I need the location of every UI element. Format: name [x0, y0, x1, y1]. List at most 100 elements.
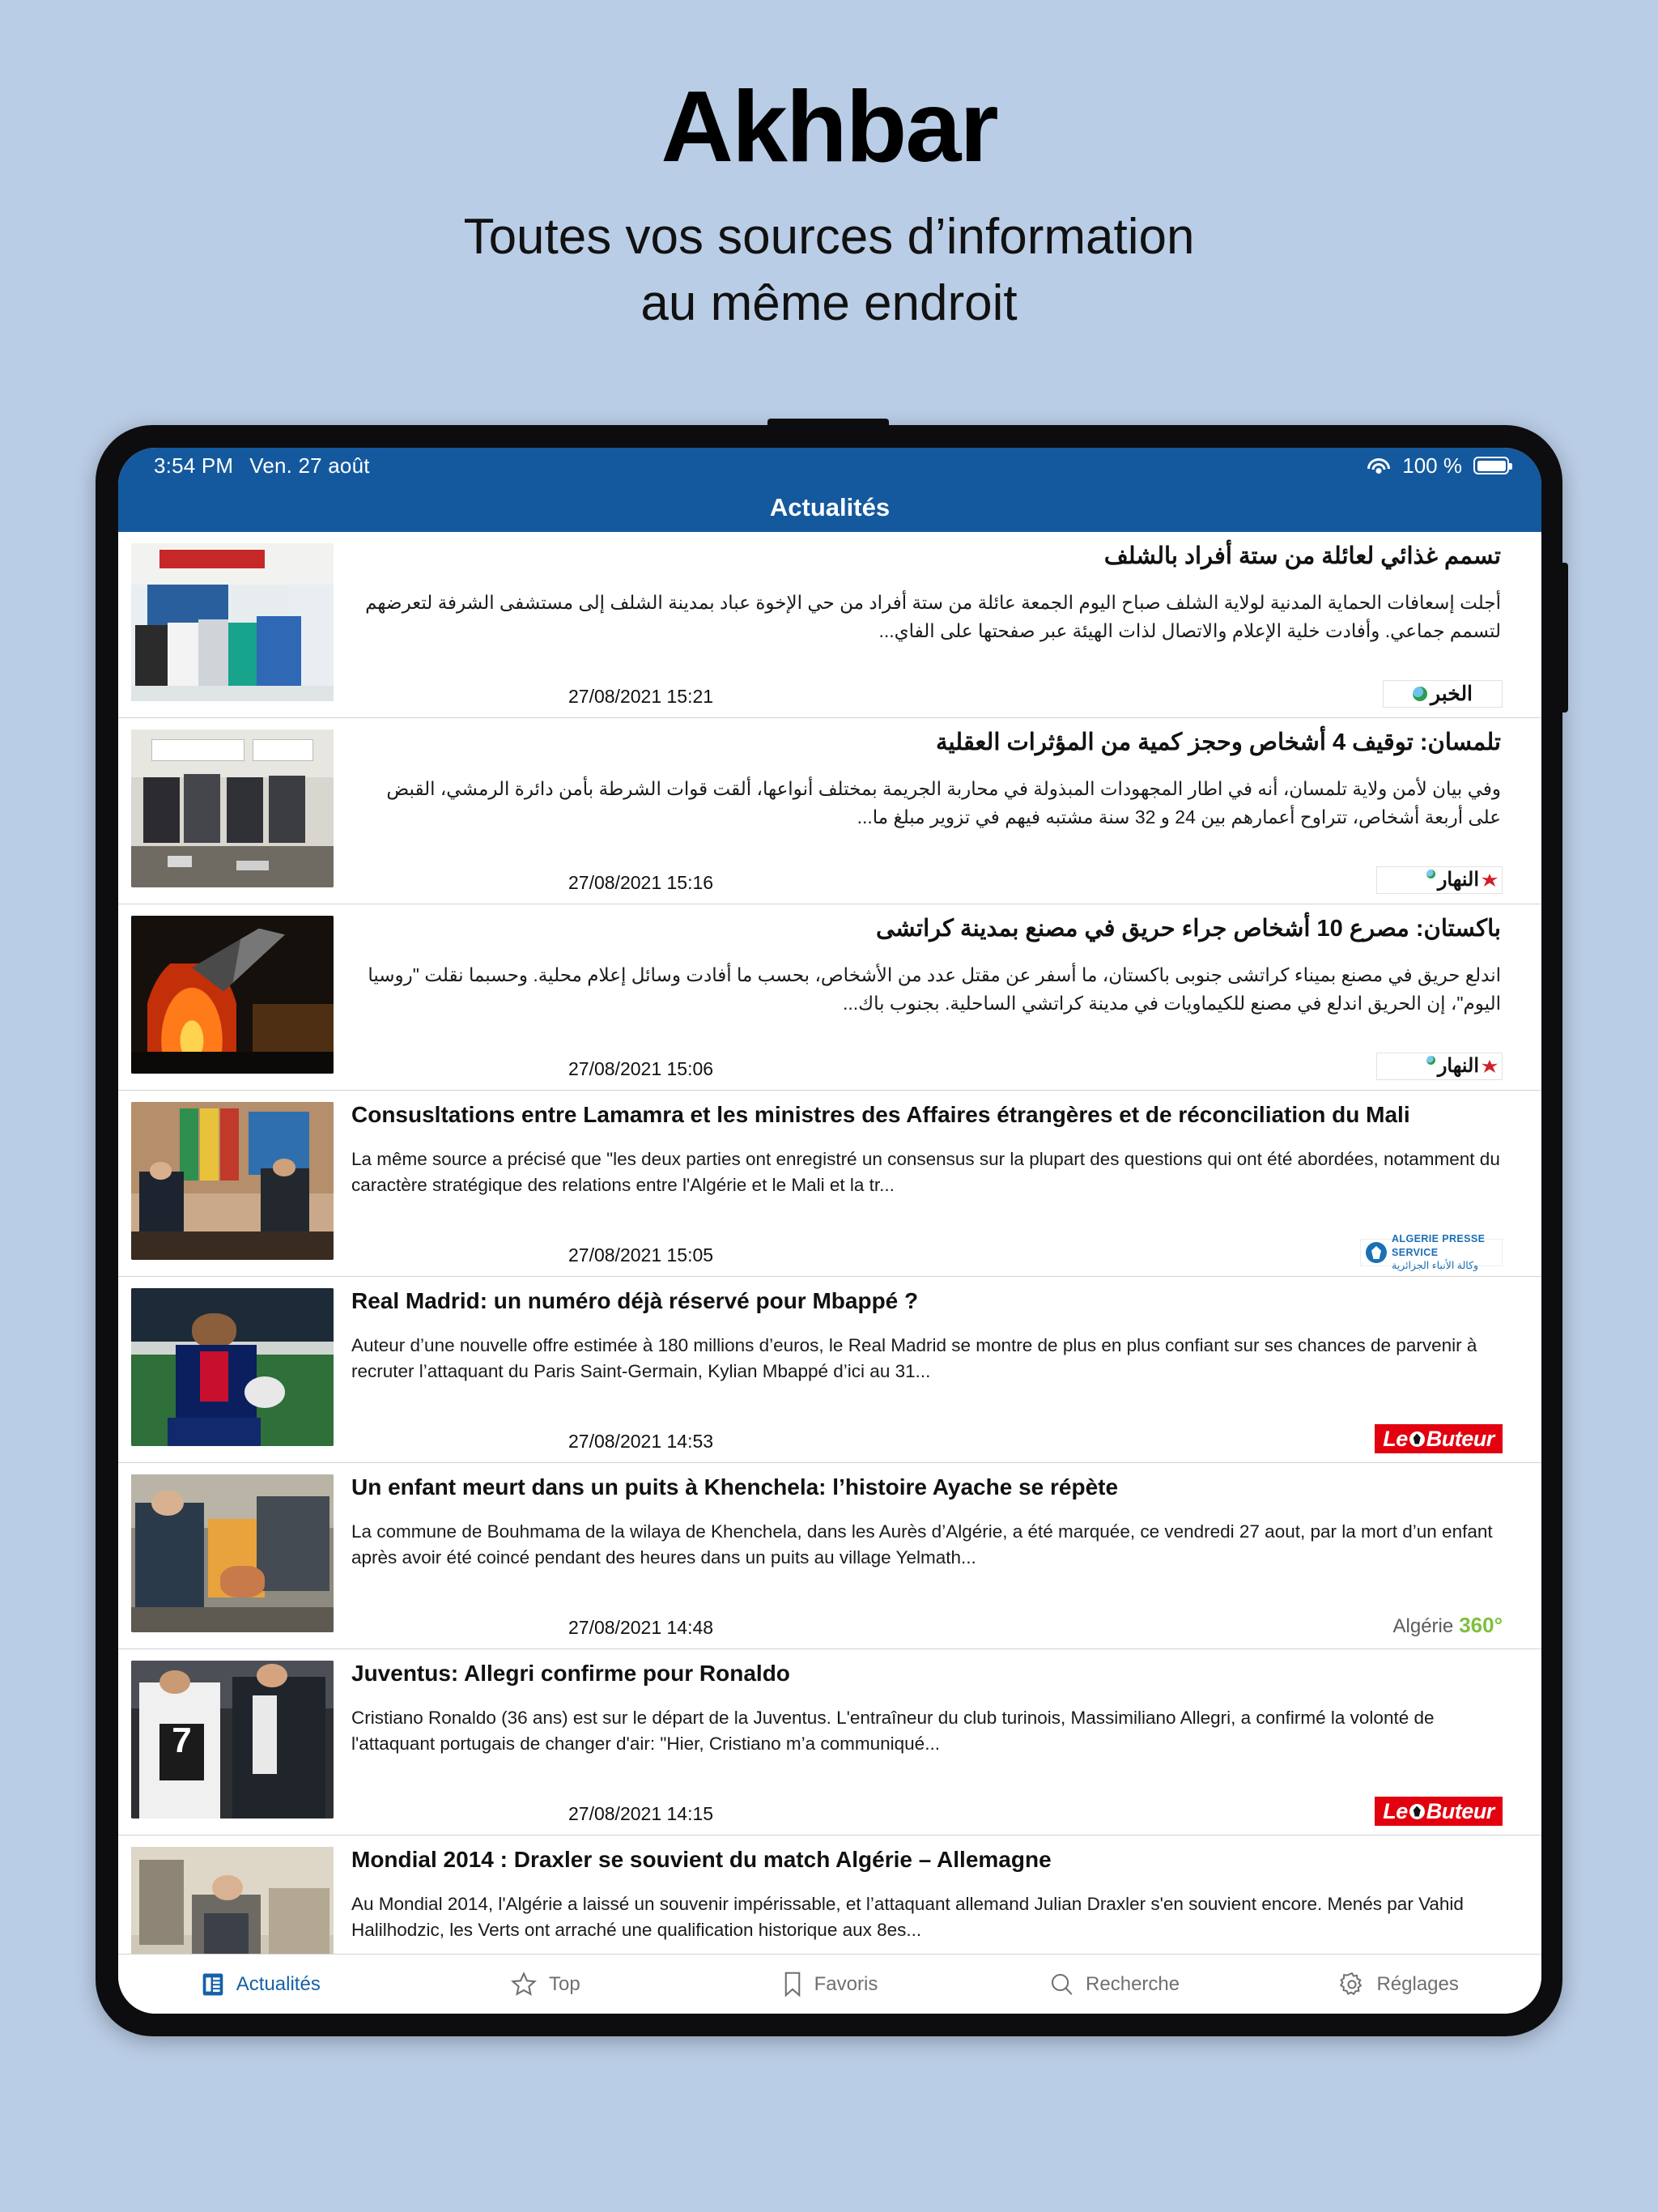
article-title: باكستان: مصرع 10 أشخاص جراء حريق في مصنع…	[876, 916, 1501, 942]
article-meta: 27/08/2021 14:53 Le Buteur	[568, 1424, 1503, 1453]
source-logo-le-buteur: Le Buteur	[1375, 1797, 1503, 1826]
battery-percent: 100 %	[1402, 453, 1462, 478]
tablet-screen: 3:54 PM Ven. 27 août 100 % Actualités تس…	[118, 448, 1541, 2014]
article-list-item[interactable]: تسمم غذائي لعائلة من ستة أفراد بالشلف أج…	[118, 532, 1541, 718]
status-bar: 3:54 PM Ven. 27 août 100 %	[118, 448, 1541, 483]
aps-emblem-icon	[1366, 1242, 1387, 1263]
article-date: 27/08/2021 15:05	[568, 1244, 714, 1266]
article-summary: Cristiano Ronaldo (36 ans) est sur le dé…	[351, 1708, 1435, 1754]
status-date: Ven. 27 août	[249, 453, 370, 478]
globe-icon	[1426, 1056, 1435, 1065]
article-list-item[interactable]: تلمسان: توقيف 4 أشخاص وحجز كمية من المؤث…	[118, 718, 1541, 904]
tab-label: Recherche	[1086, 1972, 1180, 1995]
article-list-item[interactable]: باكستان: مصرع 10 أشخاص جراء حريق في مصنع…	[118, 904, 1541, 1091]
article-title: تلمسان: توقيف 4 أشخاص وحجز كمية من المؤث…	[935, 730, 1501, 755]
article-title: Un enfant meurt dans un puits à Khenchel…	[351, 1474, 1119, 1499]
tablet-device-frame: 3:54 PM Ven. 27 août 100 % Actualités تس…	[96, 419, 1568, 2036]
tagline-line-2: au même endroit	[640, 275, 1018, 332]
source-logo-text-2: 360°	[1459, 1612, 1503, 1637]
article-summary: La commune de Bouhmama de la wilaya de K…	[351, 1521, 1493, 1568]
article-meta: 27/08/2021 14:15 Le Buteur	[568, 1797, 1503, 1826]
star-icon	[510, 1971, 538, 1997]
source-logo-algerie360: Algérie 360°	[1393, 1613, 1503, 1638]
tab-label: Actualités	[236, 1972, 321, 1995]
article-list-item[interactable]: Consusltations entre Lamamra et les mini…	[118, 1091, 1541, 1277]
tab-recherche[interactable]: Recherche	[972, 1972, 1257, 1997]
article-title: Juventus: Allegri confirme pour Ronaldo	[351, 1661, 790, 1686]
app-title: Akhbar	[661, 71, 998, 183]
app-tagline: Toutes vos sources d’information au même…	[0, 204, 1658, 337]
source-logo-text: Algérie	[1392, 1614, 1454, 1637]
tab-label: Favoris	[814, 1972, 878, 1995]
article-thumbnail	[131, 730, 334, 887]
article-summary: Auteur d’une nouvelle offre estimée à 18…	[351, 1335, 1477, 1381]
source-logo-text: الخبر	[1430, 682, 1473, 705]
article-list-item[interactable]: 7 Juventus: Allegri confirme pour Ronald…	[118, 1649, 1541, 1836]
navbar-title: Actualités	[769, 493, 891, 521]
football-icon	[1409, 1803, 1425, 1819]
article-source: النهار	[1376, 866, 1503, 894]
article-list[interactable]: تسمم غذائي لعائلة من ستة أفراد بالشلف أج…	[118, 532, 1541, 1954]
source-logo-el-khabar: الخبر	[1383, 680, 1503, 708]
article-thumbnail	[131, 1474, 334, 1632]
article-thumbnail	[131, 1847, 334, 1954]
bookmark-icon	[782, 1971, 803, 1997]
article-meta: 27/08/2021 15:21 الخبر	[568, 680, 1503, 708]
gear-icon	[1339, 1972, 1365, 1997]
article-date: 27/08/2021 14:15	[568, 1803, 714, 1824]
tab-bar[interactable]: Actualités Top Favoris Recherche Réglage…	[118, 1954, 1541, 2014]
article-meta: 27/08/2021 15:05 ALGERIE PRESSE SERVICE …	[568, 1233, 1503, 1271]
article-list-item[interactable]: Mondial 2014 : Draxler se souvient du ma…	[118, 1836, 1541, 1954]
article-date: 27/08/2021 14:48	[568, 1617, 714, 1638]
article-source: Le Buteur	[1375, 1797, 1503, 1826]
article-thumbnail	[131, 1288, 334, 1446]
source-logo-text: Le	[1383, 1426, 1408, 1451]
article-title: تسمم غذائي لعائلة من ستة أفراد بالشلف	[1103, 543, 1501, 569]
article-meta: 27/08/2021 15:16 النهار	[568, 866, 1503, 894]
article-source: Algérie 360°	[1393, 1611, 1503, 1639]
navbar: Actualités	[118, 483, 1541, 532]
source-logo-text: النهار	[1437, 869, 1479, 891]
search-icon	[1049, 1972, 1074, 1997]
tab-rglages[interactable]: Réglages	[1256, 1972, 1541, 1997]
globe-icon	[1426, 870, 1435, 878]
source-logo-text: ALGERIE PRESSE SERVICE	[1392, 1232, 1486, 1258]
source-logo-ennahar: النهار	[1376, 1053, 1503, 1080]
article-thumbnail	[131, 543, 334, 701]
camera-bump	[767, 419, 889, 427]
article-title: Mondial 2014 : Draxler se souvient du ma…	[351, 1847, 1052, 1872]
source-logo-text: النهار	[1437, 1055, 1479, 1077]
article-date: 27/08/2021 15:16	[568, 872, 714, 893]
source-logo-le-buteur: Le Buteur	[1375, 1424, 1503, 1453]
status-time: 3:54 PM	[154, 453, 234, 478]
wifi-icon	[1367, 457, 1391, 474]
article-list-item[interactable]: Real Madrid: un numéro déjà réservé pour…	[118, 1277, 1541, 1463]
article-source: الخبر	[1383, 680, 1503, 708]
article-summary: Au Mondial 2014, l'Algérie a laissé un s…	[351, 1894, 1464, 1940]
source-logo-aps: ALGERIE PRESSE SERVICE وكالة الأنباء الج…	[1360, 1233, 1503, 1271]
globe-icon	[1412, 687, 1427, 701]
article-thumbnail	[131, 916, 334, 1074]
promo-header: Akhbar Toutes vos sources d’information …	[0, 0, 1658, 337]
tab-label: Réglages	[1376, 1972, 1459, 1995]
article-meta: 27/08/2021 15:06 النهار	[568, 1053, 1503, 1080]
tab-favoris[interactable]: Favoris	[687, 1971, 972, 1997]
battery-full-icon	[1473, 457, 1512, 474]
article-thumbnail: 7	[131, 1661, 334, 1819]
tab-label: Top	[549, 1972, 580, 1995]
article-list-item[interactable]: Un enfant meurt dans un puits à Khenchel…	[118, 1463, 1541, 1649]
football-icon	[1409, 1431, 1425, 1447]
news-icon	[201, 1972, 225, 1997]
tab-actualits[interactable]: Actualités	[118, 1972, 403, 1997]
article-summary: اندلع حريق في مصنع بميناء كراتشى جنوبى ب…	[368, 964, 1501, 1014]
source-logo-text-ar: وكالة الأنباء الجزائرية	[1392, 1260, 1479, 1272]
article-source: النهار	[1376, 1053, 1503, 1080]
tab-top[interactable]: Top	[403, 1971, 688, 1997]
article-summary: La même source a précisé que "les deux p…	[351, 1149, 1500, 1195]
article-source: ALGERIE PRESSE SERVICE وكالة الأنباء الج…	[1360, 1233, 1503, 1271]
tagline-line-1: Toutes vos sources d’information	[463, 209, 1195, 266]
article-summary: أجلت إسعافات الحماية المدنية لولاية الشل…	[365, 592, 1501, 641]
burst-icon	[1482, 1060, 1498, 1073]
article-thumbnail	[131, 1102, 334, 1260]
article-date: 27/08/2021 14:53	[568, 1431, 714, 1452]
